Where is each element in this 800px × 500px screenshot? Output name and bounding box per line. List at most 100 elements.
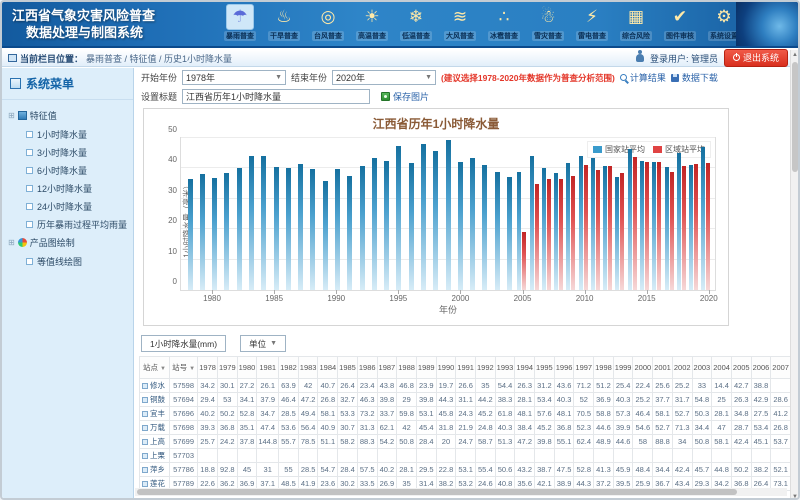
nav-item-typhoon[interactable]: ◎台风普查 bbox=[306, 4, 350, 46]
bar-slot-2003 bbox=[491, 138, 503, 290]
col-header-year[interactable]: 2006 bbox=[751, 357, 771, 379]
checkbox-icon[interactable] bbox=[26, 258, 33, 265]
save-image-button[interactable]: 保存图片 bbox=[381, 90, 429, 103]
scroll-down-icon[interactable]: ▼ bbox=[791, 492, 799, 500]
station-id: 57696 bbox=[169, 407, 197, 421]
precip-value bbox=[672, 449, 692, 463]
col-header-year[interactable]: 1998 bbox=[594, 357, 614, 379]
station-name[interactable]: 上高 bbox=[140, 435, 170, 449]
nav-item-combined-risk[interactable]: ▦综合风险 bbox=[614, 4, 658, 46]
start-year-select[interactable]: 1978年▼ bbox=[182, 70, 286, 85]
col-header-year[interactable]: 2004 bbox=[712, 357, 732, 379]
precip-value: 29 bbox=[397, 393, 417, 407]
precip-value: 55 bbox=[279, 463, 299, 477]
precip-value: 40.2 bbox=[377, 463, 397, 477]
checkbox-icon[interactable] bbox=[26, 131, 33, 138]
col-header-year[interactable]: 1991 bbox=[456, 357, 476, 379]
checkbox-icon[interactable] bbox=[26, 203, 33, 210]
expander-icon[interactable]: ⊞ bbox=[8, 111, 15, 120]
vertical-scroll-thumb[interactable] bbox=[792, 62, 798, 172]
calculate-button[interactable]: 计算结果 bbox=[620, 71, 666, 84]
col-header-year[interactable]: 1985 bbox=[338, 357, 358, 379]
sidebar-item[interactable]: 12小时降水量 bbox=[6, 179, 129, 197]
nav-item-snow[interactable]: ☃雪灾普查 bbox=[526, 4, 570, 46]
col-header-year[interactable]: 1999 bbox=[613, 357, 633, 379]
nav-item-hail[interactable]: ∴冰雹普查 bbox=[482, 4, 526, 46]
station-name[interactable]: 铜鼓 bbox=[140, 393, 170, 407]
col-header-year[interactable]: 1988 bbox=[397, 357, 417, 379]
bar-national-2007 bbox=[542, 168, 546, 290]
col-header-year[interactable]: 1994 bbox=[515, 357, 535, 379]
grid-icon bbox=[18, 111, 27, 120]
nav-item-rainstorm[interactable]: ☂暴雨普查 bbox=[218, 4, 262, 46]
sidebar-item[interactable]: 历年暴雨过程平均雨量 bbox=[6, 215, 129, 233]
station-name[interactable]: 万载 bbox=[140, 421, 170, 435]
col-header-year[interactable]: 1993 bbox=[495, 357, 515, 379]
col-header-year[interactable]: 2005 bbox=[731, 357, 751, 379]
precip-value: 52.7 bbox=[653, 421, 673, 435]
nav-item-low-temp[interactable]: ❄低温普查 bbox=[394, 4, 438, 46]
end-year-select[interactable]: 2020年▼ bbox=[332, 70, 436, 85]
scroll-up-icon[interactable]: ▲ bbox=[791, 50, 799, 60]
horizontal-scrollbar[interactable] bbox=[135, 488, 787, 496]
checkbox-icon[interactable] bbox=[26, 167, 33, 174]
bar-regional-2015 bbox=[645, 162, 649, 290]
bar-slot-1983 bbox=[245, 138, 257, 290]
col-header-year[interactable]: 1989 bbox=[416, 357, 436, 379]
col-header-year[interactable]: 2000 bbox=[633, 357, 653, 379]
sidebar-item[interactable]: 等值线绘图 bbox=[6, 252, 129, 270]
col-header-year[interactable]: 1981 bbox=[257, 357, 279, 379]
expander-icon[interactable]: ⊞ bbox=[8, 238, 15, 247]
col-header-year[interactable]: 1980 bbox=[237, 357, 257, 379]
station-name[interactable]: 萍乡 bbox=[140, 463, 170, 477]
horizontal-scroll-thumb[interactable] bbox=[137, 489, 737, 495]
unit-filter[interactable]: 单位▼ bbox=[240, 335, 286, 352]
tree-group-palette[interactable]: ⊞产品图绘制 bbox=[6, 233, 129, 252]
checkbox-icon[interactable] bbox=[26, 149, 33, 156]
col-header-year[interactable]: 1984 bbox=[318, 357, 338, 379]
sidebar-item[interactable]: 24小时降水量 bbox=[6, 197, 129, 215]
range-hint: (建议选择1978-2020年数据作为普查分析范围) bbox=[441, 72, 615, 84]
col-header-station-id[interactable]: 站号 ▼ bbox=[169, 357, 197, 379]
col-header-year[interactable]: 1979 bbox=[217, 357, 237, 379]
station-name[interactable]: 修水 bbox=[140, 379, 170, 393]
sidebar-item[interactable]: 6小时降水量 bbox=[6, 161, 129, 179]
station-name[interactable]: 宜丰 bbox=[140, 407, 170, 421]
nav-item-map-review[interactable]: ✔图件审核 bbox=[658, 4, 702, 46]
precip-value: 37.9 bbox=[257, 393, 279, 407]
download-button[interactable]: 数据下载 bbox=[671, 71, 718, 84]
col-header-year[interactable]: 1995 bbox=[535, 357, 555, 379]
col-header-year[interactable]: 1983 bbox=[298, 357, 318, 379]
col-header-year[interactable]: 2007 bbox=[771, 357, 791, 379]
app-title-line2: 数据处理与制图系统 bbox=[12, 24, 155, 41]
chart-title-input[interactable]: 江西省历年1小时降水量 bbox=[182, 89, 370, 104]
col-header-station[interactable]: 站点 ▼ bbox=[140, 357, 170, 379]
col-header-year[interactable]: 2002 bbox=[672, 357, 692, 379]
col-header-year[interactable]: 1987 bbox=[377, 357, 397, 379]
col-header-year[interactable]: 2003 bbox=[692, 357, 712, 379]
col-header-year[interactable]: 2001 bbox=[653, 357, 673, 379]
col-header-year[interactable]: 1997 bbox=[574, 357, 594, 379]
x-tick-label: 2005 bbox=[514, 294, 532, 303]
precip-value: 37.8 bbox=[237, 435, 257, 449]
precip-value: 35 bbox=[475, 379, 495, 393]
tree-group-grid[interactable]: ⊞特征值 bbox=[6, 106, 129, 125]
col-header-year[interactable]: 1992 bbox=[475, 357, 495, 379]
col-header-year[interactable]: 1978 bbox=[198, 357, 218, 379]
col-header-year[interactable]: 1996 bbox=[554, 357, 574, 379]
nav-item-high-temp[interactable]: ☀高温普查 bbox=[350, 4, 394, 46]
sidebar-item[interactable]: 3小时降水量 bbox=[6, 143, 129, 161]
col-header-year[interactable]: 1990 bbox=[436, 357, 456, 379]
nav-item-lightning[interactable]: ⚡雷电普查 bbox=[570, 4, 614, 46]
station-name[interactable]: 上栗 bbox=[140, 449, 170, 463]
checkbox-icon[interactable] bbox=[26, 185, 33, 192]
nav-item-wind[interactable]: ≋大风普查 bbox=[438, 4, 482, 46]
col-header-year[interactable]: 1982 bbox=[279, 357, 299, 379]
sidebar-item[interactable]: 1小时降水量 bbox=[6, 125, 129, 143]
checkbox-icon[interactable] bbox=[26, 221, 33, 228]
logout-button[interactable]: 退出系统 bbox=[724, 49, 788, 67]
col-header-year[interactable]: 1986 bbox=[357, 357, 377, 379]
bar-national-2004 bbox=[507, 177, 512, 290]
nav-item-drought[interactable]: ♨干旱普查 bbox=[262, 4, 306, 46]
vertical-scrollbar[interactable]: ▲ ▼ bbox=[790, 50, 798, 500]
